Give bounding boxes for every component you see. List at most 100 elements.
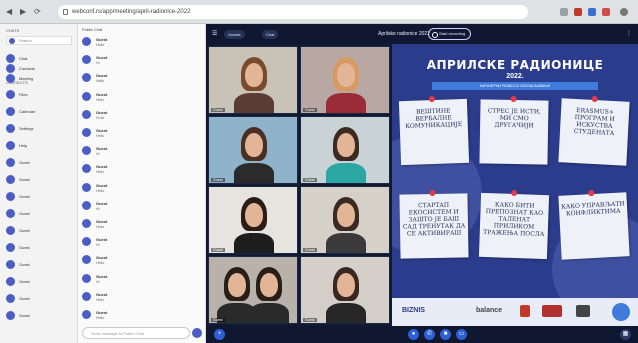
avatar <box>82 37 91 46</box>
pin-icon <box>429 189 436 197</box>
chat-pill[interactable]: Chat <box>262 30 279 39</box>
video-tile[interactable]: Guest <box>208 256 298 324</box>
extension-icon[interactable] <box>588 8 596 16</box>
contacts-rail: CHATS Search CONTACTS Chat Contacts Meetin… <box>0 24 78 343</box>
rail-item[interactable]: Help <box>6 141 74 151</box>
camera-icon[interactable]: ■ <box>440 329 451 340</box>
message-text: Hello <box>96 261 105 266</box>
back-icon[interactable]: ◀ <box>6 7 12 17</box>
video-tile[interactable]: Guest <box>300 256 390 324</box>
participant-name: Guest <box>303 108 317 112</box>
avatar <box>82 146 91 156</box>
rail-item-label: Guest <box>19 194 30 199</box>
chat-message: Guest Hello <box>82 291 202 309</box>
rail-item[interactable]: Guest <box>6 277 74 287</box>
avatar <box>6 243 15 252</box>
video-tile[interactable]: Guest <box>208 186 298 254</box>
chat-message: Guest Hello <box>82 127 202 145</box>
poster-subtitle: КАРИЈЕРНИ РАЗВОЈ И ЗАПОШЉАВАЊЕ <box>432 82 598 90</box>
participant-figure <box>234 93 274 113</box>
screen-share-icon[interactable]: ▭ <box>456 329 467 340</box>
seal-icon <box>520 305 530 317</box>
send-button[interactable] <box>192 328 202 338</box>
message-author: Guest <box>96 291 108 297</box>
video-tile[interactable]: Guest <box>300 116 390 184</box>
address-bar[interactable]: webconf.rs/app/meeting/april-radionice-2… <box>58 5 528 19</box>
microphone-icon[interactable]: ● <box>408 329 419 340</box>
rail-item[interactable]: Settings <box>6 124 74 134</box>
message-text: Hi all <box>96 115 104 120</box>
rail-item[interactable]: Guest <box>6 192 74 202</box>
rail-item[interactable]: Guest <box>6 209 74 219</box>
participant-figure <box>249 303 289 323</box>
extension-icon[interactable] <box>574 8 582 16</box>
sponsor-logo: balance <box>476 307 503 314</box>
chat-message-input[interactable]: Send message to Public Chat <box>82 327 190 339</box>
sponsor-logo: BIZNIS <box>402 307 425 314</box>
workshop-speaker <box>564 228 624 231</box>
chat-message: Guest Hello <box>82 72 202 90</box>
rail-item-label: Meeting <box>19 76 34 81</box>
rail-item[interactable]: Guest <box>6 311 74 321</box>
plus-icon[interactable]: + <box>214 329 225 340</box>
start-recording-button[interactable]: Start recording <box>428 28 472 40</box>
message-text: Hi <box>96 279 100 284</box>
avatar <box>82 273 91 283</box>
participant-figure <box>260 273 278 297</box>
message-text: Hello <box>96 134 105 138</box>
video-tile[interactable]: Guest <box>300 46 390 114</box>
rail-item-label: Contacts <box>19 66 35 71</box>
video-tile[interactable]: Guest <box>208 116 298 184</box>
rail-item[interactable]: Guest <box>6 260 74 270</box>
extension-icon[interactable] <box>560 8 568 16</box>
reload-icon[interactable]: ⟳ <box>34 7 41 17</box>
forward-icon[interactable]: ▶ <box>20 7 26 17</box>
rail-item-label: Guest <box>19 245 30 250</box>
video-tile[interactable]: Guest <box>300 186 390 254</box>
options-icon[interactable]: ⋮ <box>626 30 632 37</box>
layout-icon[interactable]: ▦ <box>620 329 631 340</box>
rail-item[interactable]: Guest <box>6 175 74 185</box>
participant-name: Guest <box>211 108 225 112</box>
pin-icon <box>591 95 598 103</box>
workshop-date <box>565 238 625 241</box>
rail-item-label: Calendar <box>19 109 36 114</box>
rail-item[interactable]: Guest <box>6 243 74 253</box>
rail-item-label: Guest <box>19 160 30 165</box>
rail-item[interactable]: Guest <box>6 226 74 236</box>
rail-item[interactable]: Calendar <box>6 107 74 117</box>
rail-item[interactable]: Meeting <box>6 74 74 84</box>
message-author: Guest <box>96 273 108 279</box>
pin-icon <box>510 95 517 103</box>
rail-item[interactable]: Chat <box>6 54 74 64</box>
rail-item[interactable]: Guest <box>6 294 74 304</box>
rail-item[interactable]: Files <box>6 90 74 100</box>
phone-icon[interactable]: ✆ <box>424 329 435 340</box>
workshop-card: ВЕШТИНЕ ВЕРБАЛНЕ КОМУНИКАЦИЈЕ <box>398 95 470 166</box>
extension-icon[interactable] <box>602 8 610 16</box>
message-text: Hello <box>96 79 105 84</box>
profile-icon[interactable] <box>620 8 628 16</box>
rail-search-input[interactable]: Search <box>6 36 72 45</box>
rail-search-label: Search <box>19 38 32 43</box>
meeting-title: Aprilske radionice 2022 <box>378 31 430 37</box>
message-text: Hello <box>96 225 105 229</box>
users-icon[interactable]: ☰ <box>212 30 217 37</box>
video-tile[interactable]: Guest <box>208 46 298 114</box>
meeting-stage: ☰ Guests Chat Aprilske radionice 2022 St… <box>206 24 638 343</box>
message-text: Hi <box>96 243 100 248</box>
meeting-controls: + ● ✆ ■ ▭ ▦ <box>206 326 638 343</box>
workshop-speaker <box>404 135 464 137</box>
workshop-date <box>405 145 465 147</box>
workshop-card: СТАРТАП ЕКОСИСТЕМ И ЗАШТО ЈЕ БАШ САД ТРЕ… <box>399 189 469 259</box>
rail-item-label: Guest <box>19 177 30 182</box>
address-text: webconf.rs/app/meeting/april-radionice-2… <box>72 9 191 15</box>
rail-item[interactable]: Guest <box>6 158 74 168</box>
rail-item[interactable]: Contacts <box>6 64 74 74</box>
guests-pill[interactable]: Guests <box>224 30 245 39</box>
message-author: Guest <box>96 55 108 61</box>
message-author: Guest <box>96 219 108 224</box>
workshop-title: КАКО БИТИ ПРЕПОЗНАТ КАО ТАЛЕНАТ ПРИЛИКОМ… <box>483 201 545 239</box>
chat-message: Guest Hello <box>82 163 202 181</box>
avatar <box>82 164 91 174</box>
